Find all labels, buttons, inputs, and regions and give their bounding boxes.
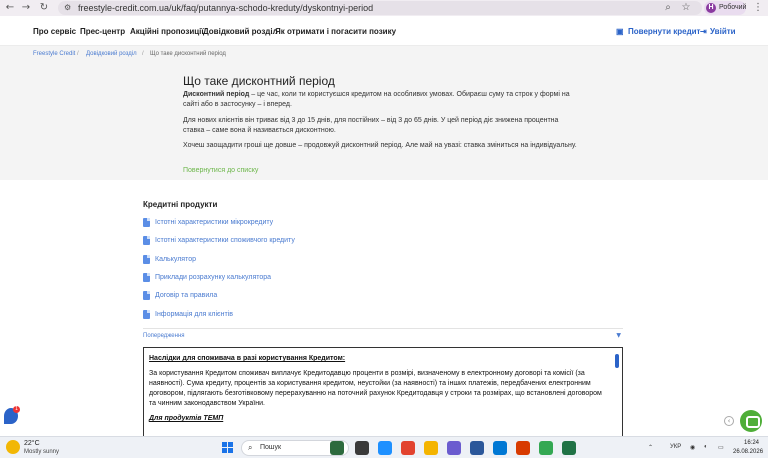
product-link[interactable]: Істотні характеристики споживчого кредит… <box>143 236 343 246</box>
warning-box: Наслідки для споживача в разі користуван… <box>143 347 623 437</box>
weather-desc[interactable]: Mostly sunny <box>24 449 59 455</box>
scrollbar[interactable] <box>615 354 619 368</box>
product-link[interactable]: Приклади розрахунку калькулятора <box>143 273 343 283</box>
avatar: Н <box>706 3 716 13</box>
notification-badge: 1 <box>13 406 20 413</box>
nav-press[interactable]: Прес-центр <box>80 27 125 36</box>
url-text[interactable]: freestyle-credit.com.ua/uk/faq/putannya-… <box>78 2 373 14</box>
breadcrumb-home[interactable]: Freestyle Credit <box>33 51 75 57</box>
word-icon[interactable] <box>470 441 484 455</box>
product-link[interactable]: Калькулятор <box>143 255 343 265</box>
document-icon <box>143 291 150 300</box>
menu-kebab-icon[interactable]: ⋮ <box>752 2 764 14</box>
edge-icon[interactable] <box>378 441 392 455</box>
search-label: Пошук <box>260 444 282 451</box>
warning-heading: Наслідки для споживача в разі користуван… <box>149 355 346 362</box>
profile-label: Робочий <box>719 4 747 11</box>
document-icon <box>143 255 150 264</box>
document-icon <box>143 218 150 227</box>
page-title: Що таке дисконтний період <box>183 74 335 88</box>
product-link-label[interactable]: Калькулятор <box>155 256 196 263</box>
clock-time[interactable]: 16:24 <box>744 440 759 446</box>
article-paragraph-1: Дисконтний період – це час, коли ти кори… <box>183 90 578 110</box>
products-title: Кредитні продукти <box>143 200 218 209</box>
return-credit-button[interactable]: Повернути кредит <box>628 27 700 36</box>
warning-subheading: Для продуктів ТЕМП <box>149 415 224 422</box>
widget-app-icon[interactable] <box>330 441 344 455</box>
weather-temp[interactable]: 22°C <box>24 440 40 447</box>
powerpoint-icon[interactable] <box>516 441 530 455</box>
battery-icon[interactable]: ▭ <box>718 444 724 451</box>
breadcrumb-separator: / <box>77 51 79 57</box>
product-link-label[interactable]: Інформація для клієнтів <box>155 311 233 318</box>
nav-about[interactable]: Про сервіс <box>33 27 76 36</box>
clock-date[interactable]: 26.08.2026 <box>733 449 763 455</box>
breadcrumb-current: Що таке дисконтний період <box>150 51 226 57</box>
breadcrumb-separator: / <box>142 51 144 57</box>
wallet-icon: ▣ <box>616 27 624 36</box>
product-link[interactable]: Договір та правила <box>143 291 343 301</box>
login-icon: ⇥ <box>700 27 707 36</box>
app-icon[interactable] <box>401 441 415 455</box>
site-header: Про сервіс Прес-центр Акційні пропозиції… <box>0 16 768 46</box>
reload-icon[interactable]: ↻ <box>38 2 50 14</box>
site-info-icon[interactable]: ⚙ <box>64 3 71 12</box>
chrome-icon[interactable] <box>539 441 553 455</box>
back-to-list-link[interactable]: Повернутися до списку <box>183 167 258 174</box>
search-icon: ⌕ <box>248 443 253 452</box>
product-link-label[interactable]: Приклади розрахунку калькулятора <box>155 274 271 281</box>
nav-how-to[interactable]: Як отримати і погасити позику <box>275 27 396 36</box>
product-link[interactable]: Інформація для клієнтів <box>143 310 343 320</box>
language-indicator[interactable]: УКР <box>670 444 681 450</box>
document-icon <box>143 273 150 282</box>
breadcrumb-help[interactable]: Довідковий розділ <box>86 51 137 57</box>
warning-body: За користування Кредитом споживач виплач… <box>149 370 602 407</box>
carousel-prev-icon[interactable]: ‹ <box>724 416 734 426</box>
warning-label: Попередження <box>143 333 185 339</box>
back-arrow-icon[interactable]: ← <box>4 2 16 14</box>
tray-chevron-icon[interactable]: ⌃ <box>648 444 653 451</box>
article-paragraph-3: Хочеш заощадити гроші ще довше – продовж… <box>183 142 577 149</box>
address-bar[interactable]: ⚙ freestyle-credit.com.ua/uk/faq/putanny… <box>58 1 702 15</box>
wifi-icon[interactable]: ◉ <box>690 444 695 451</box>
warning-toggle[interactable]: Попередження ▼ <box>143 328 623 342</box>
nav-promos[interactable]: Акційні пропозиції <box>130 27 204 36</box>
outlook-icon[interactable] <box>493 441 507 455</box>
chevron-down-icon: ▼ <box>616 332 621 339</box>
product-link-label[interactable]: Договір та правила <box>155 292 217 299</box>
windows-start-icon[interactable] <box>222 442 234 454</box>
volume-icon[interactable]: ◐ <box>704 444 708 450</box>
product-link-label[interactable]: Істотні характеристики мікрокредиту <box>155 219 273 226</box>
profile-button[interactable]: Н Робочий <box>704 1 746 15</box>
document-icon <box>143 310 150 319</box>
forward-arrow-icon[interactable]: → <box>20 2 32 14</box>
support-chat-icon[interactable] <box>740 410 762 432</box>
term-bold: Дисконтний період <box>183 91 250 98</box>
windows-taskbar: 22°C Mostly sunny ⌕ Пошук ⌃ УКР ◉ ◐ ▭ 16… <box>0 436 768 458</box>
bookmark-star-icon[interactable]: ☆ <box>680 2 692 14</box>
document-icon <box>143 236 150 245</box>
zoom-icon[interactable]: ⌕ <box>662 2 674 14</box>
teams-icon[interactable] <box>447 441 461 455</box>
product-link-label[interactable]: Істотні характеристики споживчого кредит… <box>155 237 295 244</box>
article-paragraph-2: Для нових клієнтів він триває від 3 до 1… <box>183 117 559 134</box>
browser-toolbar: ← → ↻ ⚙ freestyle-credit.com.ua/uk/faq/p… <box>0 0 768 16</box>
product-link[interactable]: Істотні характеристики мікрокредиту <box>143 218 343 228</box>
nav-help[interactable]: Довідковий розділ <box>203 27 278 36</box>
article-section: Freestyle Credit / Довідковий розділ / Щ… <box>0 46 768 180</box>
excel-icon[interactable] <box>562 441 576 455</box>
task-view-icon[interactable] <box>355 441 369 455</box>
login-button[interactable]: Увійти <box>710 27 736 36</box>
explorer-icon[interactable] <box>424 441 438 455</box>
weather-sun-icon[interactable] <box>6 440 20 454</box>
